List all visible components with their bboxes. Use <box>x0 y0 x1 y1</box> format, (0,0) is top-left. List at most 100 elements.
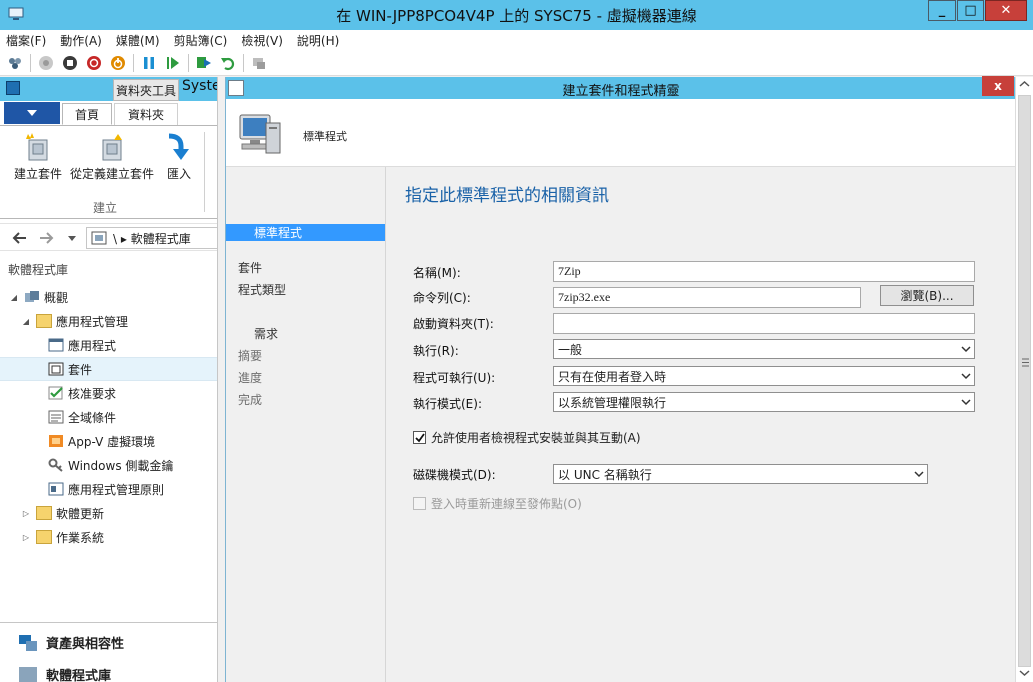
tree-item-packages[interactable]: 套件 <box>0 357 217 381</box>
drive-mode-value: 以 UNC 名稱執行 <box>558 467 652 482</box>
resume-icon[interactable] <box>164 54 182 72</box>
allow-interaction-label: 允許使用者檢視程式安裝並與其互動(A) <box>431 431 641 445</box>
tree-item-label: 作業系統 <box>56 530 105 545</box>
global-conditions-icon <box>48 410 64 424</box>
tab-home[interactable]: 首頁 <box>62 103 112 125</box>
program-can-run-select[interactable]: 只有在使用者登入時 <box>553 366 975 386</box>
browse-button[interactable]: 瀏覽(B)... <box>880 285 974 306</box>
checkpoint-icon[interactable] <box>195 54 213 72</box>
command-line-input[interactable]: 7zip32.exe <box>553 287 861 308</box>
start-folder-input[interactable] <box>553 313 975 334</box>
menu-bar: 檔案(F) 動作(A) 媒體(M) 剪貼簿(C) 檢視(V) 說明(H) <box>0 30 1033 50</box>
checkmark-icon <box>414 432 425 442</box>
step-progress: 進度 <box>238 371 263 385</box>
tree-item-label: 應用程式 <box>68 338 117 353</box>
reconnect-label: 登入時重新連線至發佈點(O) <box>431 497 582 511</box>
pause-icon[interactable] <box>140 54 158 72</box>
tree-item-label: 全域條件 <box>68 410 117 425</box>
drive-mode-select[interactable]: 以 UNC 名稱執行 <box>553 464 928 484</box>
allow-interaction-checkbox-row[interactable]: 允許使用者檢視程式安裝並與其互動(A) <box>413 429 641 446</box>
folder-icon <box>36 506 52 520</box>
menu-view[interactable]: 檢視(V) <box>241 32 283 49</box>
computer-icon <box>239 114 281 154</box>
wizard-title: 建立套件和程式精靈 <box>562 84 680 99</box>
menu-action[interactable]: 動作(A) <box>60 32 102 49</box>
vertical-scrollbar[interactable] <box>1015 77 1033 682</box>
import-button[interactable]: 匯入 <box>165 132 193 182</box>
program-can-run-value: 只有在使用者登入時 <box>558 369 667 384</box>
back-arrow-icon[interactable] <box>10 228 30 248</box>
package-definition-icon <box>102 134 122 161</box>
wizard-title-bar: 建立套件和程式精靈 x <box>226 76 1016 99</box>
tree-expander-icon[interactable]: ◢ <box>8 293 20 302</box>
start-icon[interactable] <box>37 54 55 72</box>
enhanced-session-icon[interactable] <box>250 54 268 72</box>
menu-clipboard[interactable]: 剪貼簿(C) <box>174 32 228 49</box>
menu-media[interactable]: 媒體(M) <box>116 32 160 49</box>
menu-help[interactable]: 說明(H) <box>297 32 339 49</box>
menu-file[interactable]: 檔案(F) <box>6 32 46 49</box>
chevron-down-icon <box>961 346 971 353</box>
tree-item-operating-systems[interactable]: ▷ 作業系統 <box>0 525 217 549</box>
tree-item-approval-requests[interactable]: 核准要求 <box>0 381 217 405</box>
create-from-definition-label: 從定義建立套件 <box>70 167 155 181</box>
workspace-assets-compliance[interactable]: 資產與相容性 <box>18 633 124 652</box>
tree-item-appv-environments[interactable]: App-V 虛擬環境 <box>0 429 217 453</box>
package-icon <box>48 362 64 376</box>
reconnect-checkbox <box>413 497 426 510</box>
tree-item-label: Windows 側載金鑰 <box>68 458 174 473</box>
step-completion: 完成 <box>238 393 263 407</box>
maximize-button[interactable]: □ <box>957 0 984 21</box>
workspace-software-library[interactable]: 軟體程式庫 <box>18 665 111 682</box>
run-mode-label: 執行模式(E): <box>413 397 482 411</box>
tree-expander-icon[interactable]: ◢ <box>20 317 32 326</box>
tree-item-windows-sideloading-keys[interactable]: Windows 側載金鑰 <box>0 453 217 477</box>
step-requirements[interactable]: 需求 <box>254 325 278 342</box>
tree-item-label: 套件 <box>68 362 93 377</box>
tree-item-software-updates[interactable]: ▷ 軟體更新 <box>0 501 217 525</box>
ribbon-tabs: 首頁 資料夾 <box>0 101 217 125</box>
tree-expander-icon[interactable]: ▷ <box>20 533 32 542</box>
forward-arrow-icon[interactable] <box>36 228 56 248</box>
step-package[interactable]: 套件 <box>238 259 262 276</box>
create-package-wizard: 建立套件和程式精靈 x 標準程式 套件 程式類型 標準程式 需求 摘要 進度 完… <box>225 76 1016 682</box>
tree-item-applications[interactable]: 應用程式 <box>0 333 217 357</box>
scroll-up-icon[interactable] <box>1019 79 1030 90</box>
toolbar-separator <box>243 53 244 72</box>
revert-icon[interactable] <box>219 54 237 72</box>
scrollbar-thumb[interactable] <box>1018 95 1031 667</box>
run-label: 執行(R): <box>413 344 459 358</box>
ctrl-alt-del-icon[interactable] <box>6 54 24 72</box>
wizard-close-button[interactable]: x <box>982 76 1014 96</box>
create-from-definition-button[interactable]: 從定義建立套件 <box>70 132 154 182</box>
tree-item-overview[interactable]: ◢ 概觀 <box>0 285 217 309</box>
create-package-button[interactable]: 建立套件 <box>14 132 62 182</box>
assets-icon <box>19 634 37 651</box>
history-dropdown-icon[interactable] <box>62 228 82 248</box>
minimize-button[interactable]: _ <box>928 0 956 21</box>
tree-item-global-conditions[interactable]: 全域條件 <box>0 405 217 429</box>
tree-item-label: 核准要求 <box>68 386 117 401</box>
save-state-icon[interactable] <box>109 54 127 72</box>
scroll-down-icon[interactable] <box>1019 667 1030 678</box>
console-title-fragment: Syste <box>182 78 218 94</box>
chevron-down-icon <box>27 110 37 116</box>
tree-expander-icon[interactable]: ▷ <box>20 509 32 518</box>
address-bar[interactable]: \ ▸ 軟體程式庫 <box>86 227 217 249</box>
tree-item-app-management-policies[interactable]: 應用程式管理原則 <box>0 477 217 501</box>
close-button[interactable]: ✕ <box>985 0 1027 21</box>
chevron-down-icon <box>961 373 971 380</box>
step-standard-program[interactable]: 標準程式 <box>226 224 385 241</box>
file-menu-button[interactable] <box>4 102 60 124</box>
tree-item-application-management[interactable]: ◢ 應用程式管理 <box>0 309 217 333</box>
contextual-tab-folder-tools[interactable]: 資料夾工具 <box>113 79 179 101</box>
run-select[interactable]: 一般 <box>553 339 975 359</box>
step-program-type[interactable]: 程式類型 <box>238 281 286 298</box>
name-input[interactable]: 7Zip <box>553 261 975 282</box>
configmgr-console: 資料夾工具 Syste 首頁 資料夾 建立套件 從定義建立套件 匯入 建立 \ … <box>0 77 218 682</box>
shutdown-icon[interactable] <box>85 54 103 72</box>
turn-off-icon[interactable] <box>61 54 79 72</box>
tab-folder[interactable]: 資料夾 <box>114 103 178 125</box>
run-mode-select[interactable]: 以系統管理權限執行 <box>553 392 975 412</box>
allow-interaction-checkbox[interactable] <box>413 431 426 444</box>
